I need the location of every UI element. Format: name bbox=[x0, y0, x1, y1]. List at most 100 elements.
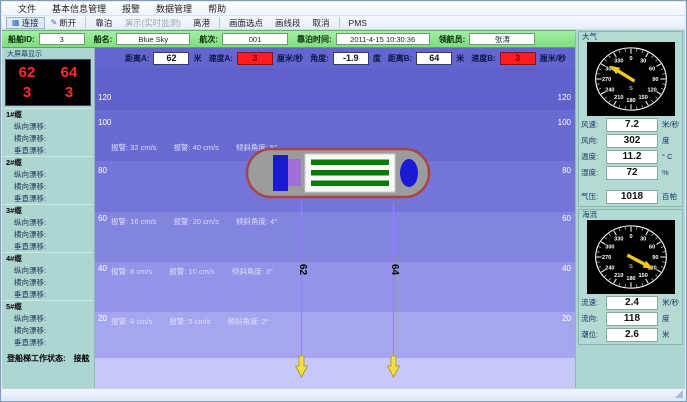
toolbar-button-depart[interactable]: 离港 bbox=[187, 17, 216, 29]
distance-b-value: 64 bbox=[416, 52, 452, 65]
deck-stripe bbox=[311, 170, 389, 176]
cable-drift-label: 纵向漂移: bbox=[4, 217, 92, 229]
main-area: 船舶ID:船名:航次:靠泊时间:领航员: 大屏幕显示 626433 1#缆纵向漂… bbox=[2, 30, 685, 388]
axis-tick-right: 120 bbox=[558, 93, 571, 102]
tide-level-unit: 米 bbox=[662, 329, 670, 340]
humidity-row: 湿度:72% bbox=[581, 165, 680, 180]
pen-icon: ✎ bbox=[51, 18, 58, 28]
led-distance-speed-display: 626433 bbox=[5, 59, 91, 106]
toolbar-button-demo-monitor[interactable]: 演示(实时监测) bbox=[118, 17, 187, 29]
led-row: 33 bbox=[6, 83, 90, 103]
alarm-thresholds-row: 报警: 4 cm/s报警: 5 cm/s倾斜角度: 2° bbox=[111, 316, 286, 327]
voyage-input[interactable] bbox=[222, 33, 288, 45]
axis-tick-left: 80 bbox=[98, 166, 107, 175]
cable-drift-label: 横向漂移: bbox=[4, 325, 92, 337]
speed-a-label: 速度A: bbox=[208, 53, 232, 64]
resize-grip[interactable] bbox=[674, 389, 683, 398]
speed-a-value: 3 bbox=[237, 52, 273, 65]
toolbar-button-cancel[interactable]: 取消 bbox=[307, 17, 336, 29]
temperature-unit: ° C bbox=[662, 152, 673, 161]
distance-a-value: 62 bbox=[153, 52, 189, 65]
toolbar-button-draw-line[interactable]: 画线段 bbox=[269, 17, 307, 29]
menu-item-data-mgmt[interactable]: 数据管理 bbox=[148, 1, 200, 16]
alarm-threshold-text: 报警: 10 cm/s bbox=[169, 266, 214, 277]
deck-stripe bbox=[311, 181, 389, 187]
ship-bow bbox=[400, 159, 418, 187]
pilot-label: 领航员: bbox=[439, 34, 466, 45]
menu-item-help[interactable]: 帮助 bbox=[200, 1, 234, 16]
svg-text:60: 60 bbox=[649, 66, 655, 72]
current-speed-label: 流速: bbox=[581, 297, 606, 308]
svg-text:0: 0 bbox=[629, 234, 632, 240]
toolbar-button-pms[interactable]: PMS bbox=[343, 17, 373, 29]
pressure-row: 气压:1018百帕 bbox=[581, 189, 680, 204]
berth-time-input[interactable] bbox=[336, 33, 430, 45]
distance-b-label: 距离B: bbox=[388, 53, 412, 64]
tide-level-row: 潮位:2.6米 bbox=[581, 327, 680, 342]
humidity-unit: % bbox=[662, 168, 669, 177]
speed-a-readout: 速度A:3厘米/秒 bbox=[208, 52, 303, 65]
svg-text:90: 90 bbox=[652, 255, 658, 261]
speed-b-label: 速度B: bbox=[471, 53, 495, 64]
berthing-chart[interactable]: 1201201001008080606040402020报警: 32 cm/s报… bbox=[95, 68, 575, 388]
alarm-threshold-text: 报警: 32 cm/s bbox=[111, 142, 156, 153]
axis-tick-left: 120 bbox=[98, 93, 111, 102]
svg-text:330: 330 bbox=[614, 237, 623, 243]
toolbar-button-screen-pick[interactable]: 画面选点 bbox=[223, 17, 269, 29]
svg-text:180: 180 bbox=[626, 276, 635, 282]
angle-unit: 度 bbox=[373, 53, 381, 64]
toolbar-button-disconnect[interactable]: ✎断开 bbox=[45, 17, 83, 29]
menu-bar: 文件基本信息管理报警数据管理帮助 bbox=[2, 2, 685, 16]
ladder-status-label: 登船梯工作状态: bbox=[7, 353, 66, 364]
toolbar-separator bbox=[219, 17, 220, 28]
alarm-thresholds-row: 报警: 8 cm/s 报警: 10 cm/s 倾斜角度: 3° bbox=[111, 266, 290, 277]
cable-title: 2#缆 bbox=[4, 157, 92, 169]
grid-icon: ▦ bbox=[12, 18, 20, 28]
pilot-field: 领航员: bbox=[439, 33, 536, 45]
pressure-label: 气压: bbox=[581, 191, 606, 202]
cable-drift-label: 纵向漂移: bbox=[4, 265, 92, 277]
wind-speed-unit: 米/秒 bbox=[662, 119, 679, 130]
toolbar-button-berth[interactable]: 靠泊 bbox=[89, 17, 118, 29]
readout-strip: 距离A:62米速度A:3厘米/秒角度:-1.9度距离B:64米速度B:3厘米/秒 bbox=[95, 48, 575, 68]
wind-direction-value: 302 bbox=[606, 134, 658, 148]
svg-text:0: 0 bbox=[629, 56, 632, 62]
current-direction-value: 118 bbox=[606, 312, 658, 326]
wind-direction-unit: 度 bbox=[662, 135, 670, 146]
toolbar-button-connect[interactable]: ▦连接 bbox=[6, 17, 45, 29]
wind-direction-row: 风向:302 度 bbox=[581, 133, 680, 148]
pilot-input[interactable] bbox=[469, 33, 535, 45]
speed-b-readout: 速度B:3厘米/秒 bbox=[471, 52, 566, 65]
alarm-threshold-text: 报警: 8 cm/s bbox=[111, 266, 152, 277]
environment-panel: 大气 0306090120150180210240270300330S 风速:7… bbox=[575, 30, 685, 388]
cable-section-4: 4#缆纵向漂移:横向漂移:垂直漂移: bbox=[4, 252, 92, 300]
speed-b-value: 3 bbox=[500, 52, 536, 65]
ship-name-field: 船名: bbox=[94, 33, 191, 45]
ship-name-input[interactable] bbox=[116, 33, 190, 45]
angle-value: -1.9 bbox=[333, 52, 369, 65]
distance-b-unit: 米 bbox=[456, 53, 464, 64]
alarm-threshold-text: 倾斜角度: 2° bbox=[228, 316, 269, 327]
cable-sections: 1#缆纵向漂移:横向漂移:垂直漂移:2#缆纵向漂移:横向漂移:垂直漂移:3#缆纵… bbox=[4, 108, 92, 348]
mooring-line bbox=[301, 202, 302, 358]
axis-tick-left: 100 bbox=[98, 118, 111, 127]
svg-text:30: 30 bbox=[640, 237, 646, 243]
menu-item-basic-info-mgmt[interactable]: 基本信息管理 bbox=[44, 1, 114, 16]
svg-text:150: 150 bbox=[638, 95, 647, 101]
current-speed-row: 流速:2.4米/秒 bbox=[581, 295, 680, 310]
wind-direction-label: 风向: bbox=[581, 135, 606, 146]
menu-item-file[interactable]: 文件 bbox=[10, 1, 44, 16]
current-group: 海流 0306090120150180210240270300330S 流速:2… bbox=[578, 209, 683, 345]
current-speed-unit: 米/秒 bbox=[662, 297, 679, 308]
ship-id-input[interactable] bbox=[39, 33, 85, 45]
axis-tick-left: 60 bbox=[98, 214, 107, 223]
toolbar: ▦连接✎断开靠泊演示(实时监测)离港画面选点画线段取消 PMS bbox=[2, 16, 685, 30]
mooring-anchor-arrow-icon bbox=[295, 356, 308, 378]
cable-title: 3#缆 bbox=[4, 205, 92, 217]
led-value: 62 bbox=[6, 63, 48, 83]
cable-drift-label: 纵向漂移: bbox=[4, 121, 92, 133]
svg-text:300: 300 bbox=[605, 244, 614, 250]
alarm-threshold-text: 倾斜角度: 3° bbox=[232, 266, 273, 277]
cable-drift-label: 横向漂移: bbox=[4, 133, 92, 145]
menu-item-alarm[interactable]: 报警 bbox=[114, 1, 148, 16]
